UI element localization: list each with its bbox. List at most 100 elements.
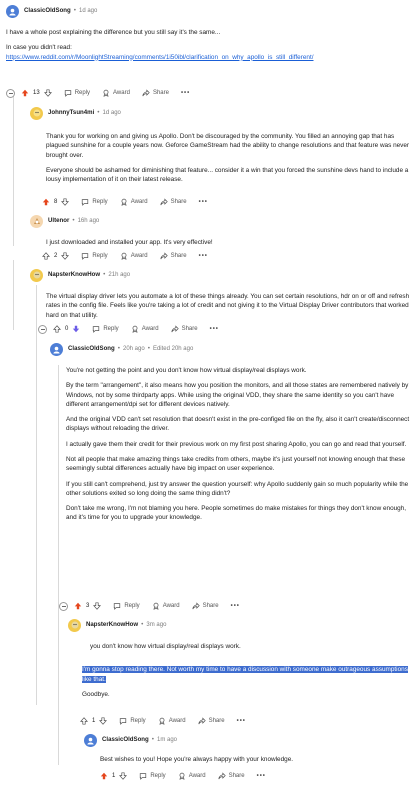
share-icon (160, 198, 168, 206)
comment-actions: 13 Reply Award Share ••• (6, 87, 190, 99)
avatar[interactable] (30, 214, 43, 228)
reply-button[interactable]: Reply (139, 772, 166, 781)
timestamp[interactable]: 1m ago (157, 736, 177, 745)
reply-icon (92, 325, 100, 333)
collapse-icon[interactable] (6, 88, 15, 98)
upvote-icon[interactable] (80, 717, 88, 725)
reply-icon (81, 198, 89, 206)
comment-text: You're not getting the point and you don… (66, 367, 307, 374)
username[interactable]: ClassicOldSong (24, 7, 71, 16)
award-icon (158, 717, 166, 725)
reply-icon (64, 89, 72, 97)
avatar[interactable] (30, 106, 43, 120)
comment-text: Don't take me wrong, I'm not blaming you… (66, 505, 407, 522)
more-icon[interactable]: ••• (237, 717, 246, 726)
post-link[interactable]: https://www.reddit.com/r/MoonlightStream… (6, 54, 314, 61)
reply-button[interactable]: Reply (119, 717, 146, 726)
comment-text: The virtual display driver lets you auto… (46, 293, 410, 319)
comment-text: I actually gave them their credit for th… (66, 440, 407, 448)
vote-group: 8 (42, 198, 69, 207)
award-button[interactable]: Award (131, 325, 159, 334)
avatar[interactable] (50, 342, 63, 356)
timestamp[interactable]: 16h ago (78, 217, 100, 226)
comment-text: I just downloaded and installed your app… (46, 239, 213, 246)
share-icon (192, 602, 200, 610)
more-icon[interactable]: ••• (199, 198, 208, 207)
upvote-icon[interactable] (100, 772, 108, 780)
award-button[interactable]: Award (152, 602, 180, 611)
award-button[interactable]: Award (120, 198, 148, 207)
downvote-icon[interactable] (44, 89, 52, 97)
award-icon (120, 252, 128, 260)
vote-group: 1 (80, 717, 107, 726)
thread-line (13, 96, 14, 246)
highlighted-text: I'm gonna stop reading there. Not worth … (82, 666, 408, 683)
comment: JohnnyTsun4mi • 1d ago Thank you for wor… (30, 106, 412, 190)
award-button[interactable]: Award (158, 717, 186, 726)
username[interactable]: NapsterKnowHow (48, 271, 100, 280)
share-button[interactable]: Share (198, 717, 225, 726)
more-icon[interactable]: ••• (257, 772, 266, 781)
downvote-icon[interactable] (72, 325, 80, 333)
more-icon[interactable]: ••• (210, 325, 219, 334)
downvote-icon[interactable] (61, 198, 69, 206)
more-icon[interactable]: ••• (181, 89, 190, 98)
award-button[interactable]: Award (178, 772, 206, 781)
share-button[interactable]: Share (218, 772, 245, 781)
upvote-icon[interactable] (53, 325, 61, 333)
reply-button[interactable]: Reply (92, 325, 119, 334)
vote-count: 13 (33, 89, 40, 96)
reply-button[interactable]: Reply (81, 198, 108, 207)
username[interactable]: NapsterKnowHow (86, 621, 138, 630)
downvote-icon[interactable] (93, 602, 101, 610)
upvote-icon[interactable] (21, 89, 29, 97)
downvote-icon[interactable] (119, 772, 127, 780)
reply-button[interactable]: Reply (81, 252, 108, 261)
thread-line (13, 260, 14, 330)
reply-button[interactable]: Reply (64, 89, 90, 98)
share-button[interactable]: Share (171, 325, 198, 334)
more-icon[interactable]: ••• (231, 602, 240, 611)
comment-text: Not all people that make amazing things … (66, 455, 406, 473)
timestamp[interactable]: 3m ago (146, 621, 166, 630)
award-icon (131, 325, 139, 333)
upvote-icon[interactable] (42, 252, 50, 260)
downvote-icon[interactable] (99, 717, 107, 725)
comment-text: Goodbye. (82, 690, 110, 698)
quote-text: you don't know how virtual display/real … (90, 643, 241, 650)
comment-text: And the original VDD can't set resolutio… (66, 416, 410, 433)
award-button[interactable]: Award (102, 89, 130, 98)
username[interactable]: Ultenor (48, 217, 69, 226)
reply-button[interactable]: Reply (113, 602, 140, 611)
timestamp[interactable]: 1d ago (103, 109, 121, 118)
more-icon[interactable]: ••• (199, 252, 208, 261)
reply-icon (119, 717, 127, 725)
vote-count: 0 (65, 325, 69, 332)
downvote-icon[interactable] (61, 252, 69, 260)
vote-group: 0 (53, 325, 80, 334)
avatar[interactable] (30, 268, 43, 282)
comment-text: Best wishes to you! Hope you're always h… (100, 756, 294, 763)
share-button[interactable]: Share (192, 602, 219, 611)
timestamp[interactable]: 1d ago (79, 7, 97, 16)
avatar[interactable] (68, 618, 81, 632)
comment-actions: 1 Reply Award Share ••• (80, 715, 246, 727)
share-button[interactable]: Share (142, 89, 169, 98)
timestamp[interactable]: 20h ago (123, 345, 145, 354)
share-button[interactable]: Share (160, 252, 187, 261)
share-button[interactable]: Share (160, 198, 187, 207)
username[interactable]: ClassicOldSong (68, 345, 115, 354)
username[interactable]: ClassicOldSong (102, 736, 149, 745)
upvote-icon[interactable] (74, 602, 82, 610)
avatar[interactable] (84, 733, 97, 747)
username[interactable]: JohnnyTsun4mi (48, 109, 94, 118)
comment-text: I have a whole post explaining the diffe… (6, 29, 221, 36)
timestamp[interactable]: 21h ago (108, 271, 130, 280)
collapse-icon[interactable] (38, 324, 47, 334)
collapse-icon[interactable] (59, 601, 68, 611)
upvote-icon[interactable] (42, 198, 50, 206)
award-button[interactable]: Award (120, 252, 148, 261)
avatar[interactable] (6, 4, 19, 18)
share-icon (171, 325, 179, 333)
comment: Ultenor • 16h ago I just downloaded and … (30, 214, 412, 253)
